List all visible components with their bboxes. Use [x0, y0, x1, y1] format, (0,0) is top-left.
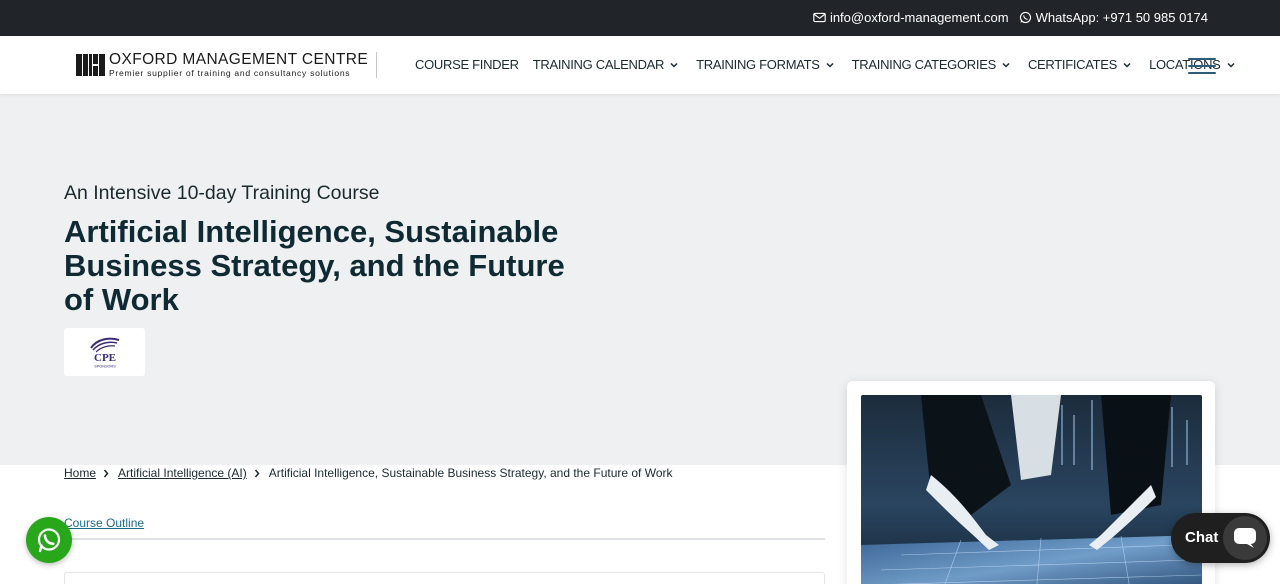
- course-tabs: Course Outline: [64, 514, 825, 540]
- whatsapp-text: WhatsApp: +971 50 985 0174: [1035, 10, 1208, 25]
- logo-name: OXFORD MANAGEMENT CENTRE: [109, 50, 369, 68]
- nav-item-label: TRAINING CATEGORIES: [851, 57, 997, 72]
- course-image-card: [847, 381, 1215, 584]
- chevron-right-icon: [103, 469, 109, 477]
- whatsapp-link[interactable]: WhatsApp: +971 50 985 0174: [1019, 10, 1208, 25]
- breadcrumb-current: Artificial Intelligence, Sustainable Bus…: [268, 466, 673, 480]
- logo-mark-icon: [76, 54, 105, 76]
- chevron-down-icon: [826, 62, 834, 68]
- course-content-card: [64, 572, 825, 584]
- nav-item-label: CERTIFICATES: [1027, 57, 1118, 72]
- breadcrumb-category[interactable]: Artificial Intelligence (AI): [118, 466, 247, 480]
- course-subtitle: An Intensive 10-day Training Course: [64, 182, 380, 204]
- nav-item-training-formats[interactable]: TRAINING FORMATS: [696, 57, 834, 72]
- whatsapp-icon: [37, 528, 61, 553]
- cpe-badge: CPE SPONSORS: [64, 328, 145, 376]
- main-nav: COURSE FINDER TRAINING CALENDAR TRAINING…: [415, 57, 1235, 72]
- logo-tagline: Premier supplier of training and consult…: [109, 68, 351, 79]
- logo-text: OXFORD MANAGEMENT CENTRE Premier supplie…: [109, 52, 368, 78]
- site-logo[interactable]: OXFORD MANAGEMENT CENTRE Premier supplie…: [76, 52, 378, 78]
- nav-item-certificates[interactable]: CERTIFICATES: [1028, 57, 1131, 72]
- course-title: Artificial Intelligence, Sustainable Bus…: [64, 214, 565, 317]
- email-link[interactable]: info@oxford-management.com: [813, 10, 1009, 25]
- breadcrumb: Home Artificial Intelligence (AI) Artifi…: [64, 466, 673, 480]
- chat-label: Chat: [1185, 529, 1219, 546]
- breadcrumb-home[interactable]: Home: [64, 466, 96, 480]
- nav-item-training-categories[interactable]: TRAINING CATEGORIES: [852, 57, 1010, 72]
- course-image: [861, 395, 1202, 584]
- chevron-down-icon: [1002, 62, 1010, 68]
- contact-info: info@oxford-management.com WhatsApp: +97…: [813, 10, 1208, 25]
- nav-item-training-calendar[interactable]: TRAINING CALENDAR: [533, 57, 678, 72]
- hamburger-icon[interactable]: [1188, 58, 1216, 74]
- whatsapp-float-button[interactable]: [26, 517, 72, 563]
- cpe-logo-icon: CPE SPONSORS: [89, 337, 119, 369]
- whatsapp-icon: [1019, 11, 1031, 24]
- tab-course-outline[interactable]: Course Outline: [64, 516, 144, 530]
- site-header: OXFORD MANAGEMENT CENTRE Premier supplie…: [0, 36, 1280, 94]
- envelope-icon: [813, 12, 826, 23]
- nav-item-label: COURSE FINDER: [415, 57, 519, 72]
- email-text: info@oxford-management.com: [829, 10, 1009, 25]
- chevron-right-icon: [254, 469, 260, 477]
- chat-bubble-icon: [1223, 516, 1267, 560]
- cpe-badge-subtext: SPONSORS: [94, 365, 116, 369]
- nav-item-label: TRAINING CALENDAR: [532, 57, 665, 72]
- top-bar: info@oxford-management.com WhatsApp: +97…: [0, 0, 1280, 36]
- chevron-down-icon: [670, 62, 678, 68]
- course-photo: [861, 395, 1202, 584]
- chevron-down-icon: [1227, 62, 1235, 68]
- nav-item-course-finder[interactable]: COURSE FINDER: [415, 57, 519, 72]
- chevron-down-icon: [1123, 62, 1131, 68]
- cpe-badge-text: CPE: [94, 352, 116, 364]
- nav-item-label: TRAINING FORMATS: [696, 57, 820, 72]
- chat-widget-button[interactable]: Chat: [1171, 513, 1270, 563]
